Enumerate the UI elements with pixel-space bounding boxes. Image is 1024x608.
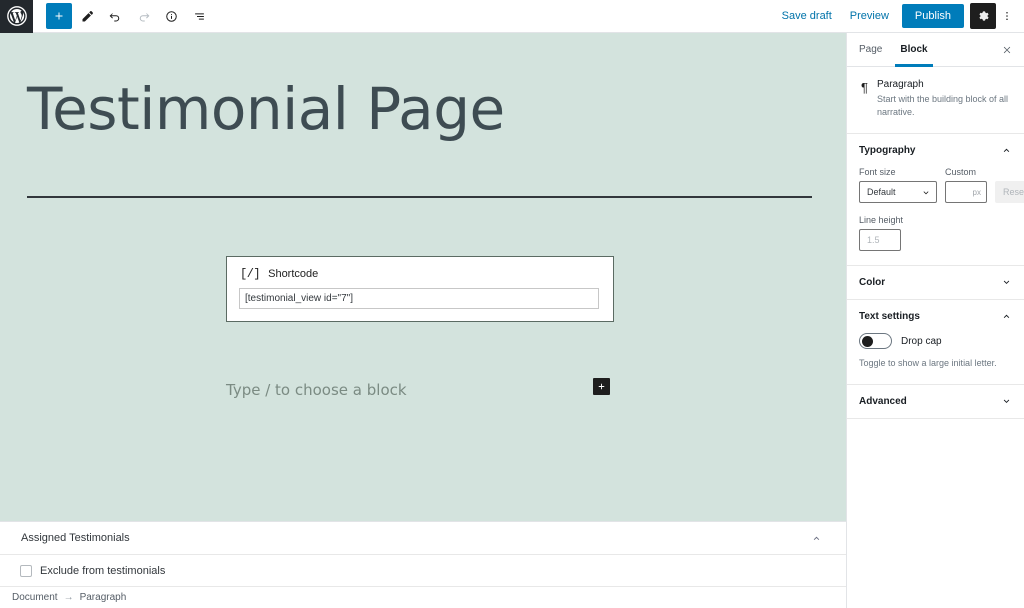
panel-color: Color xyxy=(847,266,1024,301)
plus-icon xyxy=(55,12,63,20)
kebab-menu-icon xyxy=(1006,12,1008,20)
font-size-select[interactable]: Default xyxy=(859,181,937,204)
metabox-title: Assigned Testimonials xyxy=(21,532,130,544)
line-height-input[interactable]: 1.5 xyxy=(859,229,901,252)
block-description: Start with the building block of all nar… xyxy=(876,94,1009,118)
panel-advanced: Advanced xyxy=(847,385,1024,419)
panel-text-settings-header[interactable]: Text settings xyxy=(847,300,1024,333)
wordpress-logo-icon[interactable] xyxy=(0,0,33,33)
panel-typography-title: Typography xyxy=(859,145,916,157)
editor-canvas[interactable]: Testimonial Page [/] Shortcode Type / to… xyxy=(0,33,846,521)
settings-button[interactable] xyxy=(970,3,996,29)
font-size-label: Font size xyxy=(859,167,896,178)
title-separator-rule xyxy=(27,196,812,198)
line-height-label: Line height xyxy=(859,215,904,226)
panel-color-header[interactable]: Color xyxy=(847,266,1024,299)
exclude-from-testimonials-row[interactable]: Exclude from testimonials xyxy=(20,564,165,577)
info-circle-icon xyxy=(165,10,177,22)
breadcrumb-paragraph[interactable]: Paragraph xyxy=(80,592,127,603)
post-title[interactable]: Testimonial Page xyxy=(27,80,505,138)
list-view-button[interactable] xyxy=(186,3,212,29)
font-size-field: Font size Default xyxy=(859,167,937,204)
gear-icon xyxy=(979,11,989,21)
editor-status-bar: Document → Paragraph xyxy=(0,587,846,608)
custom-size-input[interactable]: px xyxy=(945,181,987,204)
more-options-button[interactable] xyxy=(996,3,1018,29)
tab-page[interactable]: Page xyxy=(857,33,884,67)
pencil-icon xyxy=(82,10,93,21)
breadcrumb-separator: → xyxy=(63,592,74,603)
undo-button[interactable] xyxy=(102,3,128,29)
plus-icon xyxy=(598,383,605,390)
editor-top-bar: Save draft Preview Publish xyxy=(0,0,1024,33)
panel-text-settings-title: Text settings xyxy=(859,311,920,323)
chevron-up-icon xyxy=(1003,314,1010,319)
top-bar-actions: Save draft Preview Publish xyxy=(773,3,1024,29)
chevron-up-icon xyxy=(813,536,820,541)
panel-advanced-header[interactable]: Advanced xyxy=(847,385,1024,418)
chevron-down-icon xyxy=(1003,280,1010,285)
line-height-field: Line height 1.5 xyxy=(859,215,1012,252)
list-view-icon xyxy=(194,12,204,20)
chevron-up-icon xyxy=(1003,148,1010,153)
drop-cap-row: Drop cap xyxy=(859,333,1012,350)
preview-button[interactable]: Preview xyxy=(841,4,898,28)
panel-advanced-title: Advanced xyxy=(859,395,907,407)
custom-size-field: Custom px xyxy=(945,167,987,204)
block-info-card: ¶ Paragraph Start with the building bloc… xyxy=(847,67,1024,135)
metabox-area: Assigned Testimonials Exclude from testi… xyxy=(0,521,846,587)
editor-tools-group xyxy=(46,3,212,29)
exclude-from-testimonials-label[interactable]: Exclude from testimonials xyxy=(40,565,165,577)
custom-size-unit: px xyxy=(972,188,981,198)
drop-cap-toggle[interactable] xyxy=(859,333,892,350)
redo-arrow-icon xyxy=(139,12,149,21)
inline-add-block-button[interactable] xyxy=(593,378,610,395)
shortcode-block-header: [/] Shortcode xyxy=(227,257,613,281)
close-icon xyxy=(1003,46,1011,54)
close-sidebar-button[interactable] xyxy=(998,41,1016,59)
redo-button[interactable] xyxy=(130,3,156,29)
drop-cap-toggle-knob xyxy=(862,336,873,348)
drop-cap-label: Drop cap xyxy=(901,335,942,347)
custom-size-label: Custom xyxy=(945,167,977,178)
paragraph-block-placeholder[interactable]: Type / to choose a block xyxy=(226,381,407,399)
panel-typography-body: Font size Default Custom px Rese Line he… xyxy=(847,167,1024,265)
drop-cap-help-text: Toggle to show a large initial letter. xyxy=(859,358,997,369)
sidebar-tabs: Page Block xyxy=(847,33,1024,67)
shortcode-input[interactable] xyxy=(239,288,599,309)
paragraph-icon: ¶ xyxy=(861,80,868,95)
metabox-body: Exclude from testimonials xyxy=(0,555,846,587)
panel-typography-header[interactable]: Typography xyxy=(847,134,1024,167)
panel-typography: Typography Font size Default Custom px R… xyxy=(847,134,1024,267)
panel-text-settings: Text settings Drop cap Toggle to show a … xyxy=(847,300,1024,385)
save-draft-button[interactable]: Save draft xyxy=(773,4,841,28)
font-size-reset-button[interactable]: Reset xyxy=(995,181,1024,204)
wordpress-block-editor: Save draft Preview Publish Testimonial P… xyxy=(0,0,1024,608)
metabox-header[interactable]: Assigned Testimonials xyxy=(0,522,846,555)
chevron-down-icon xyxy=(1003,399,1010,403)
shortcode-block[interactable]: [/] Shortcode xyxy=(226,256,614,322)
font-size-row: Font size Default Custom px Rese xyxy=(859,167,1024,204)
add-block-button[interactable] xyxy=(46,3,72,29)
exclude-from-testimonials-checkbox[interactable] xyxy=(20,564,32,577)
tools-pencil-button[interactable] xyxy=(74,3,100,29)
shortcode-icon: [/] xyxy=(240,267,261,281)
panel-color-title: Color xyxy=(859,277,886,289)
undo-arrow-icon xyxy=(109,12,119,21)
block-name: Paragraph xyxy=(876,79,924,90)
panel-text-settings-body: Drop cap Toggle to show a large initial … xyxy=(847,333,1024,384)
metabox-collapse-button[interactable] xyxy=(811,533,822,544)
settings-sidebar: Page Block ¶ Paragraph Start with the bu… xyxy=(846,33,1024,608)
details-button[interactable] xyxy=(158,3,184,29)
publish-button[interactable]: Publish xyxy=(901,4,964,28)
tab-block[interactable]: Block xyxy=(895,33,933,67)
breadcrumb-document[interactable]: Document xyxy=(12,592,58,603)
shortcode-block-label: Shortcode xyxy=(268,268,319,280)
